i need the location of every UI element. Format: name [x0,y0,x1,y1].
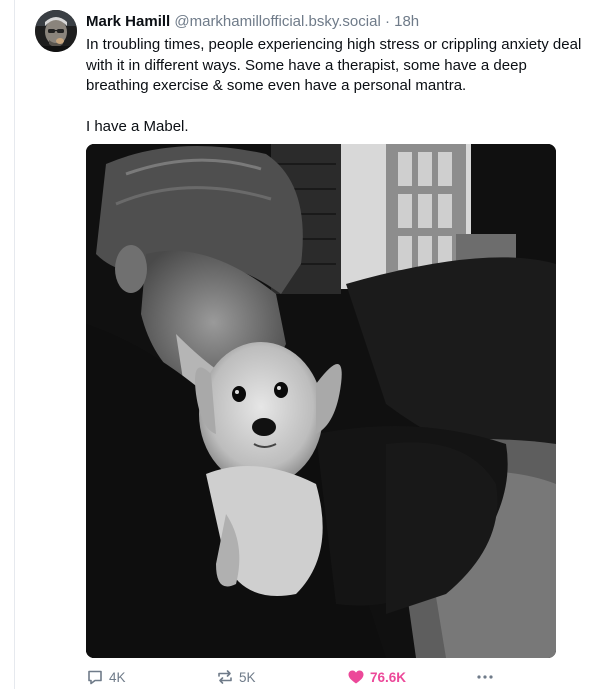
header-separator: · [384,13,390,30]
reply-count: 4K [109,669,126,685]
repost-count: 5K [239,669,256,685]
post-paragraph: I have a Mabel. [86,118,189,135]
post[interactable]: Mark Hamill @markhamillofficial.bsky.soc… [15,0,597,689]
heart-icon [348,670,364,684]
like-button[interactable]: 76.6K [347,666,406,688]
post-content: Mark Hamill @markhamillofficial.bsky.soc… [86,12,591,138]
post-actions: 4K 5K 76.6K [86,666,516,688]
reply-button[interactable]: 4K [86,666,126,688]
post-paragraph: In troubling times, people experiencing … [86,36,582,94]
page: Mark Hamill @markhamillofficial.bsky.soc… [0,0,597,689]
more-icon [477,675,493,679]
repost-icon [218,670,232,684]
post-text: In troubling times, people experiencing … [86,35,591,138]
post-image[interactable] [86,144,556,658]
author-handle[interactable]: @markhamillofficial.bsky.social [174,13,380,30]
photo [86,144,556,658]
post-timestamp[interactable]: 18h [394,13,419,30]
like-count: 76.6K [370,669,407,685]
author-display-name[interactable]: Mark Hamill [86,13,170,30]
avatar-image [35,10,77,52]
post-header: Mark Hamill @markhamillofficial.bsky.soc… [86,12,591,32]
avatar[interactable] [35,10,77,52]
more-options-button[interactable] [475,666,495,688]
repost-button[interactable]: 5K [216,666,256,688]
reply-icon [88,670,102,685]
